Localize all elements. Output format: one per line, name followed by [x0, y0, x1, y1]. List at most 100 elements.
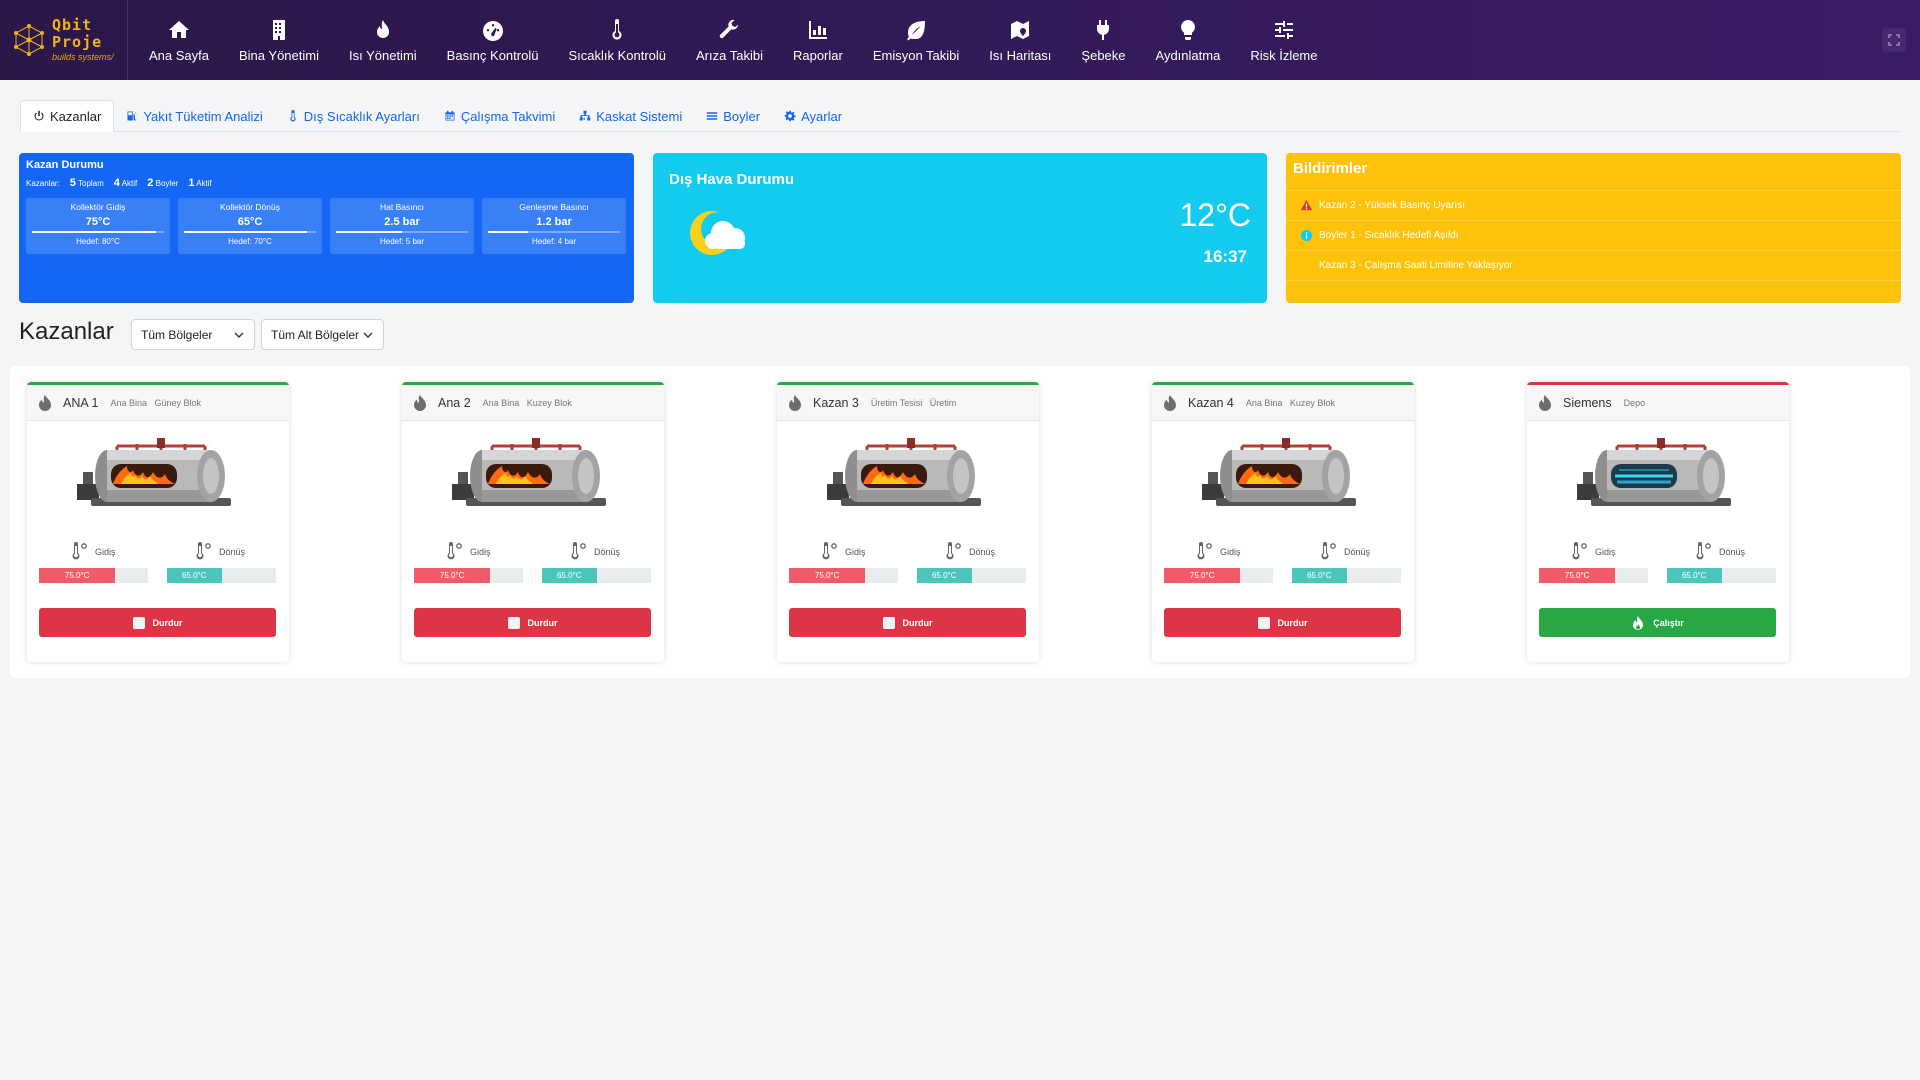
bulb-icon	[1176, 18, 1200, 42]
notification-item[interactable]: Kazan 3 - Çalışma Saati Limitine Yaklaşı…	[1286, 251, 1901, 281]
boyler-active-label: Aktif	[196, 179, 212, 188]
boiler-block: Güney Blok	[154, 397, 202, 408]
calendar-icon	[444, 110, 456, 122]
return-temp-label: Dönüş	[1318, 542, 1370, 562]
nav-item-home[interactable]: Ana Sayfa	[134, 0, 224, 80]
active-label: Aktif	[121, 179, 138, 188]
nav-item-label: Aydınlatma	[1155, 47, 1221, 63]
nav-item-sliders[interactable]: Risk İzleme	[1235, 0, 1332, 80]
tab-2[interactable]: Yakıt Tüketim Analizi	[114, 100, 274, 132]
region-select[interactable]: Tüm Bölgeler	[131, 319, 255, 350]
stop-button[interactable]: Durdur	[39, 608, 276, 637]
tab-4[interactable]: Çalışma Takvimi	[432, 100, 567, 132]
tab-1[interactable]: Kazanlar	[20, 100, 115, 132]
tab-5[interactable]: Kaskat Sistemi	[567, 100, 694, 132]
partly-cloudy-icon	[690, 211, 745, 255]
notifications-list[interactable]: Kazan 1 - Bakım Zamanı Yaklaşıyor (3 gün…	[1286, 181, 1901, 303]
total-label: Toplam	[78, 179, 104, 188]
boiler-block: Üretim	[929, 397, 957, 408]
return-label-text: Dönüş	[1344, 547, 1371, 557]
nav-item-label: Bina Yönetimi	[239, 47, 319, 63]
boiler-card: Kazan 4 Ana Bina Kuzey Blok Gidiş Dönüş 75.…	[1152, 382, 1414, 662]
chart-icon	[806, 18, 830, 42]
boyler-active-count: 1	[188, 177, 195, 189]
supply-label-text: Gidiş	[95, 547, 116, 557]
supply-temp-value: 75.0°C	[39, 568, 116, 583]
outdoor-temperature: 12°C	[1179, 197, 1252, 233]
home-icon	[167, 18, 191, 42]
nav-item-bulb[interactable]: Aydınlatma	[1141, 0, 1236, 80]
metric-progress	[488, 231, 620, 233]
nav-item-flame[interactable]: Isı Yönetimi	[334, 0, 432, 80]
supply-temp-value: 75.0°C	[414, 568, 491, 583]
boyler-label: Boyler	[155, 179, 179, 188]
status-title: Kazan Durumu	[26, 159, 104, 171]
stop-button[interactable]: Durdur	[1164, 608, 1401, 637]
supply-temp-bar: 75.0°C	[39, 568, 148, 583]
warning-icon	[1300, 181, 1313, 182]
thermometer-icon	[1194, 542, 1216, 562]
return-temp-value: 65.0°C	[542, 568, 597, 583]
notification-item[interactable]: Kazan 1 - Bakım Zamanı Yaklaşıyor (3 gün…	[1286, 181, 1901, 191]
boiler-location: Ana Bina Kuzey Blok	[483, 398, 572, 408]
boiler-location: Depo	[1624, 398, 1653, 408]
nav-item-chart[interactable]: Raporlar	[778, 0, 858, 80]
start-button[interactable]: Çalıştır	[1539, 608, 1776, 637]
nav-item-leaf[interactable]: Emisyon Takibi	[858, 0, 974, 80]
boiler-status-card: Kazan Durumu Kazanlar: 5 Toplam 4 Aktif …	[19, 153, 634, 303]
tab-label: Yakıt Tüketim Analizi	[143, 108, 263, 124]
nav-item-plug[interactable]: Şebeke	[1066, 0, 1140, 80]
notification-item[interactable]: Kazan 2 - Yüksek Basınç Uyarısı	[1286, 191, 1901, 221]
boiler-name: Siemens	[1563, 395, 1612, 410]
brand-tagline: builds systems/	[52, 52, 114, 62]
thermometer-icon	[444, 542, 466, 562]
brand-logo[interactable]: Qbit Proje builds systems/	[0, 0, 128, 80]
metric-value: 65°C	[237, 216, 263, 228]
tab-6[interactable]: Boyler	[694, 100, 772, 132]
building-icon	[267, 18, 291, 42]
supply-label-text: Gidiş	[1220, 547, 1241, 557]
flame-icon	[787, 394, 803, 412]
info-icon	[1300, 229, 1313, 242]
metric-progress	[336, 231, 468, 233]
supply-temp-label: Gidiş	[444, 542, 491, 562]
status-counts: Kazanlar: 5 Toplam 4 Aktif 2 Boyler 1 Ak…	[26, 177, 627, 189]
power-icon	[33, 110, 45, 122]
metric-progress-fill	[488, 231, 528, 233]
nav-item-thermometer[interactable]: Sıcaklık Kontrolü	[553, 0, 681, 80]
tab-3[interactable]: Dış Sıcaklık Ayarları	[275, 100, 432, 132]
subregion-select[interactable]: Tüm Alt Bölgeler	[261, 319, 384, 350]
metric-target: Hedef: 4 bar	[531, 237, 577, 246]
notification-item[interactable]: Boyler 1 - Sıcaklık Hedefi Aşıldı	[1286, 221, 1901, 251]
notification-text: Boyler 1 - Sıcaklık Hedefi Aşıldı	[1319, 230, 1459, 241]
status-metric: Genleşme Basıncı 1.2 bar Hedef: 4 bar	[482, 198, 626, 254]
tab-label: Dış Sıcaklık Ayarları	[303, 108, 420, 124]
expand-icon	[1888, 34, 1900, 46]
tab-label: Çalışma Takvimi	[460, 108, 556, 124]
return-temp-bar: 65.0°C	[1292, 568, 1401, 583]
thermometer-icon	[69, 542, 91, 562]
nav-item-gauge[interactable]: Basınç Kontrolü	[432, 0, 554, 80]
supply-temp-label: Gidiş	[69, 542, 116, 562]
stop-button[interactable]: Durdur	[789, 608, 1026, 637]
boiler-image	[77, 438, 239, 520]
nav-item-map[interactable]: Isı Haritası	[974, 0, 1066, 80]
plug-icon	[1091, 18, 1115, 42]
tab-7[interactable]: Ayarlar	[772, 100, 854, 132]
metric-target: Hedef: 80°C	[76, 237, 120, 246]
return-temp-value: 65.0°C	[1292, 568, 1347, 583]
nav-item-label: Sıcaklık Kontrolü	[568, 47, 666, 63]
boiler-block: Kuzey Blok	[526, 397, 572, 408]
notification-text: Kazan 3 - Çalışma Saati Limitine Yaklaşı…	[1319, 260, 1513, 271]
nav-item-wrench[interactable]: Arıza Takibi	[681, 0, 778, 80]
supply-temp-bar: 75.0°C	[1164, 568, 1273, 583]
boiler-block: Kuzey Blok	[1289, 397, 1335, 408]
return-label-text: Dönüş	[219, 547, 246, 557]
stop-button[interactable]: Durdur	[414, 608, 651, 637]
supply-temp-label: Gidiş	[1194, 542, 1241, 562]
return-temp-bar: 65.0°C	[542, 568, 651, 583]
nav-item-building[interactable]: Bina Yönetimi	[224, 0, 334, 80]
stop-icon	[132, 616, 145, 629]
fullscreen-button[interactable]	[1882, 28, 1906, 52]
supply-temp-value: 75.0°C	[789, 568, 866, 583]
